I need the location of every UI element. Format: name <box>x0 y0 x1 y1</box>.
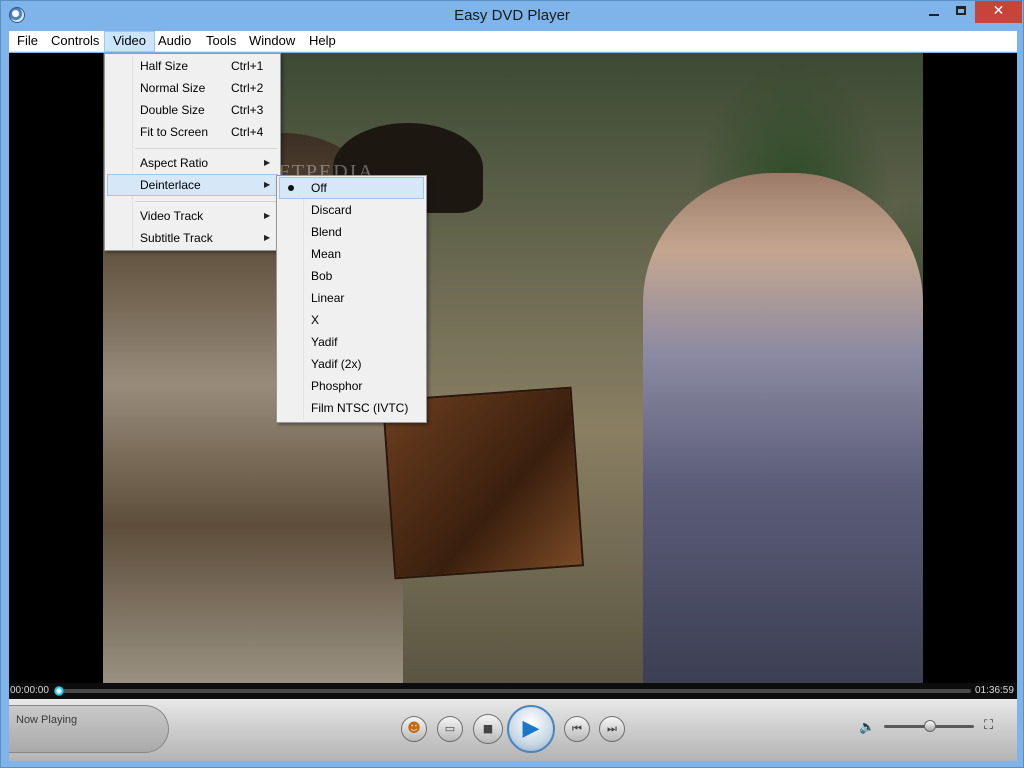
control-bar: Now Playing ☻ ▭ ■ ▶ ⏮ ⏭ 🔈 ⛶ <box>9 699 1017 761</box>
stop-button[interactable]: ■ <box>473 714 503 744</box>
open-folder-button[interactable]: ▭ <box>437 716 463 742</box>
next-icon: ⏭ <box>607 722 617 735</box>
total-time: 01:36:59 <box>975 685 1014 696</box>
menu-file[interactable]: File <box>9 31 46 52</box>
menu-item-normal-size[interactable]: Normal Size Ctrl+2 <box>107 77 278 99</box>
people-icon: ☻ <box>407 721 421 736</box>
deinterlace-yadif[interactable]: Yadif <box>279 331 424 353</box>
deinterlace-discard[interactable]: Discard <box>279 199 424 221</box>
maximize-button[interactable] <box>948 1 974 23</box>
deinterlace-linear[interactable]: Linear <box>279 287 424 309</box>
menu-item-subtitle-track[interactable]: Subtitle Track ▶ <box>107 227 278 249</box>
app-window: Easy DVD Player ✕ File Controls Video Au… <box>0 0 1024 768</box>
seek-bar[interactable]: 00:00:00 01:36:59 <box>9 683 1017 699</box>
submenu-arrow-icon: ▶ <box>264 211 271 220</box>
now-playing-panel: Now Playing <box>9 705 169 753</box>
play-button[interactable]: ▶ <box>507 705 555 753</box>
submenu-arrow-icon: ▶ <box>264 158 271 167</box>
menu-item-half-size[interactable]: Half Size Ctrl+1 <box>107 55 278 77</box>
now-playing-label: Now Playing <box>16 714 78 726</box>
next-button[interactable]: ⏭ <box>599 716 625 742</box>
people-button[interactable]: ☻ <box>401 716 427 742</box>
deinterlace-mean[interactable]: Mean <box>279 243 424 265</box>
menu-item-fit-to-screen[interactable]: Fit to Screen Ctrl+4 <box>107 121 278 143</box>
menu-help[interactable]: Help <box>301 31 344 52</box>
deinterlace-bob[interactable]: Bob <box>279 265 424 287</box>
menu-window[interactable]: Window <box>241 31 303 52</box>
close-button[interactable]: ✕ <box>975 1 1022 23</box>
deinterlace-yadif-2x[interactable]: Yadif (2x) <box>279 353 424 375</box>
deinterlace-off[interactable]: Off <box>279 177 424 199</box>
menu-audio[interactable]: Audio <box>150 31 199 52</box>
title-bar[interactable]: Easy DVD Player ✕ <box>1 1 1023 31</box>
deinterlace-blend[interactable]: Blend <box>279 221 424 243</box>
video-dropdown-menu: Half Size Ctrl+1 Normal Size Ctrl+2 Doub… <box>104 53 281 251</box>
window-title: Easy DVD Player <box>454 7 570 24</box>
seek-track[interactable] <box>57 689 971 693</box>
menu-item-video-track[interactable]: Video Track ▶ <box>107 205 278 227</box>
previous-button[interactable]: ⏮ <box>564 716 590 742</box>
menu-separator <box>135 148 277 149</box>
maximize-icon <box>956 6 966 15</box>
volume-icon[interactable]: 🔈 <box>859 720 875 735</box>
submenu-arrow-icon: ▶ <box>264 180 271 189</box>
menu-item-aspect-ratio[interactable]: Aspect Ratio ▶ <box>107 152 278 174</box>
play-icon: ▶ <box>522 716 540 741</box>
fullscreen-icon[interactable]: ⛶ <box>984 718 1000 734</box>
menu-item-double-size[interactable]: Double Size Ctrl+3 <box>107 99 278 121</box>
previous-icon: ⏮ <box>572 722 582 735</box>
deinterlace-film-ntsc-ivtc[interactable]: Film NTSC (IVTC) <box>279 397 424 419</box>
close-icon: ✕ <box>992 3 1005 19</box>
minimize-icon <box>929 14 939 16</box>
menu-item-deinterlace[interactable]: Deinterlace ▶ <box>107 174 278 196</box>
menu-bar: File Controls Video Audio Tools Window H… <box>9 31 1017 52</box>
minimize-button[interactable] <box>921 1 947 23</box>
stop-icon: ■ <box>482 722 494 735</box>
menu-controls[interactable]: Controls <box>43 31 107 52</box>
deinterlace-x[interactable]: X <box>279 309 424 331</box>
folder-icon: ▭ <box>444 722 456 735</box>
volume-thumb[interactable] <box>924 720 936 732</box>
menu-video[interactable]: Video <box>104 31 156 52</box>
current-time: 00:00:00 <box>10 685 49 696</box>
menu-tools[interactable]: Tools <box>198 31 244 52</box>
deinterlace-submenu: Off Discard Blend Mean Bob Linear X Yadi… <box>276 175 427 423</box>
seek-thumb[interactable] <box>54 686 64 696</box>
deinterlace-phosphor[interactable]: Phosphor <box>279 375 424 397</box>
menu-separator <box>135 201 277 202</box>
video-figure-right <box>643 173 923 683</box>
radio-bullet-icon <box>288 185 294 191</box>
submenu-arrow-icon: ▶ <box>264 233 271 242</box>
